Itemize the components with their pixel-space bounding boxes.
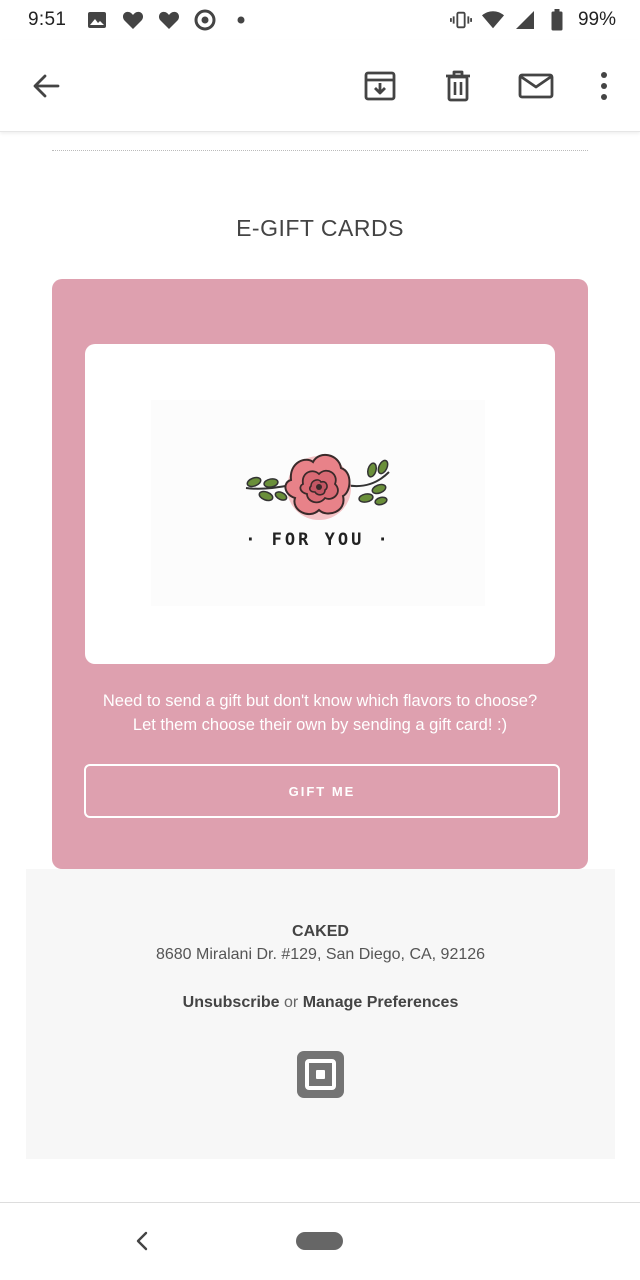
square-logo-icon[interactable] (297, 1051, 344, 1098)
signal-icon (514, 9, 536, 31)
mail-icon (518, 73, 554, 98)
section-title: E-GIFT CARDS (236, 215, 404, 241)
more-options-button[interactable] (592, 64, 616, 108)
system-navigation-bar (0, 1202, 640, 1280)
mark-unread-button[interactable] (514, 64, 558, 108)
or-text: or (284, 994, 299, 1011)
gift-description: Need to send a gift but don't know which… (72, 689, 568, 737)
heart-icon (122, 9, 144, 31)
footer-links: Unsubscribe or Manage Preferences (26, 994, 615, 1012)
wifi-icon (481, 9, 504, 31)
battery-percent: 99% (577, 9, 616, 30)
email-toolbar (0, 40, 640, 132)
company-address: 8680 Miralani Dr. #129, San Diego, CA, 9… (155, 946, 486, 963)
vibrate-icon (449, 9, 472, 31)
unsubscribe-link[interactable]: Unsubscribe (183, 994, 280, 1011)
toolbar-actions (358, 64, 616, 108)
target-icon (194, 9, 216, 31)
notification-icons (86, 9, 252, 31)
archive-icon (364, 71, 396, 100)
heart-icon (158, 9, 180, 31)
nav-home-pill[interactable] (296, 1232, 343, 1250)
more-vert-icon (601, 71, 607, 100)
status-bar: 9:51 99% (0, 0, 640, 40)
manage-preferences-link[interactable]: Manage Preferences (303, 994, 459, 1011)
gift-card-image[interactable]: · FOR YOU · (85, 344, 555, 664)
status-time: 9:51 (28, 9, 67, 30)
dot-icon (230, 9, 252, 31)
delete-icon (446, 70, 470, 101)
card-caption: · FOR YOU · (245, 530, 391, 550)
gift-card-illustration: · FOR YOU · (151, 400, 485, 606)
nav-back-button[interactable] (128, 1227, 156, 1255)
gift-me-button[interactable]: GIFT ME (84, 764, 560, 818)
battery-icon (546, 9, 568, 31)
system-status: 99% (449, 9, 616, 31)
gift-text-line-2: Let them choose their own by sending a g… (132, 716, 508, 734)
chevron-left-icon (136, 1231, 148, 1251)
back-button[interactable] (24, 64, 68, 108)
divider (52, 150, 588, 151)
square-logo-dot (316, 1070, 325, 1079)
flower-icon (245, 453, 390, 520)
company-name: CAKED (292, 923, 349, 940)
email-footer: CAKED 8680 Miralani Dr. #129, San Diego,… (26, 869, 615, 1159)
back-arrow-icon (33, 74, 60, 97)
delete-button[interactable] (436, 64, 480, 108)
gift-text-line-1: Need to send a gift but don't know which… (102, 692, 538, 710)
image-icon (86, 9, 108, 31)
archive-button[interactable] (358, 64, 402, 108)
gift-card-panel: · FOR YOU · Need to send a gift but don'… (52, 279, 588, 869)
